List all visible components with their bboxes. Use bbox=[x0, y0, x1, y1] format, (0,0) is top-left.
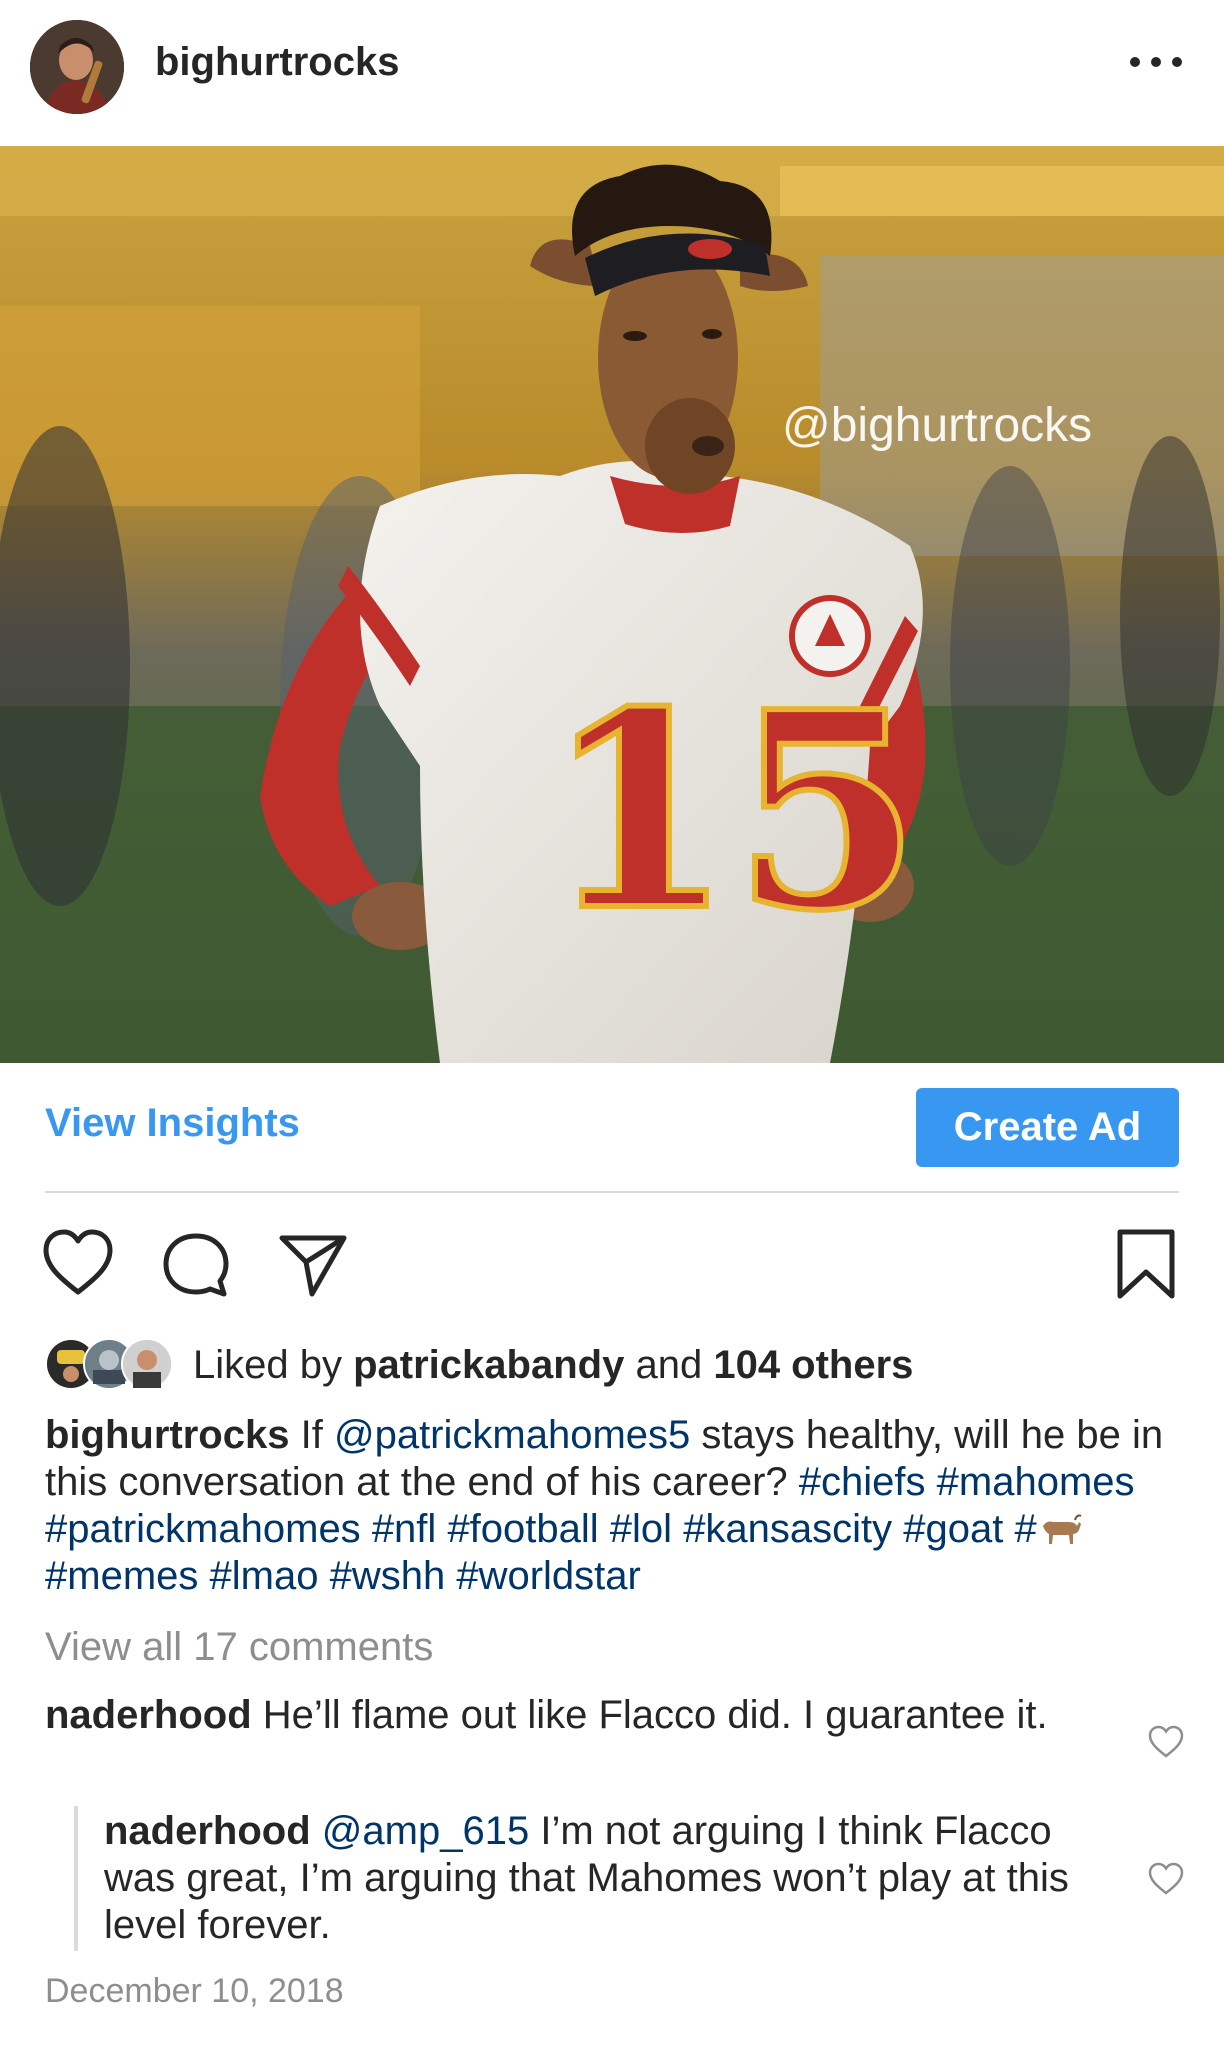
reply-thread-line bbox=[74, 1806, 78, 1951]
post-caption: bighurtrocks If @patrickmahomes5 stays h… bbox=[45, 1412, 1185, 1600]
hashtag[interactable]: #chiefs bbox=[799, 1460, 926, 1504]
bookmark-icon[interactable] bbox=[1114, 1228, 1178, 1307]
view-insights-link[interactable]: View Insights bbox=[45, 1101, 300, 1146]
hashtag[interactable]: #goat bbox=[903, 1507, 1003, 1551]
more-options-icon[interactable] bbox=[1130, 50, 1182, 74]
comment-icon[interactable] bbox=[160, 1230, 232, 1307]
post-image-art: 15 @bighurtrocks bbox=[0, 146, 1224, 1063]
profile-avatar[interactable] bbox=[30, 20, 124, 114]
hashtag[interactable]: #nfl bbox=[372, 1507, 437, 1551]
create-ad-button[interactable]: Create Ad bbox=[916, 1088, 1179, 1167]
avatar bbox=[121, 1338, 173, 1390]
goat-tag-prefix: # bbox=[1014, 1507, 1037, 1551]
post-username[interactable]: bighurtrocks bbox=[155, 40, 399, 85]
liked-by-user[interactable]: patrickabandy bbox=[353, 1343, 624, 1387]
goat-emoji-hashtag[interactable]: # bbox=[1015, 1507, 1083, 1551]
post-date: December 10, 2018 bbox=[45, 1972, 344, 2010]
comment-username[interactable]: naderhood bbox=[45, 1693, 252, 1737]
hashtag[interactable]: #worldstar bbox=[456, 1554, 641, 1598]
liked-by-text: Liked by patrickabandy and 104 others bbox=[193, 1343, 913, 1388]
caption-username[interactable]: bighurtrocks bbox=[45, 1413, 289, 1457]
hashtag[interactable]: #kansascity bbox=[683, 1507, 892, 1551]
goat-emoji bbox=[1042, 1514, 1082, 1544]
post-image[interactable]: 15 @bighurtrocks bbox=[0, 146, 1224, 1063]
liked-by-and: and bbox=[635, 1343, 703, 1387]
hashtag[interactable]: #lol bbox=[610, 1507, 672, 1551]
comment-username[interactable]: naderhood bbox=[104, 1809, 311, 1853]
divider bbox=[45, 1191, 1179, 1193]
view-all-comments-link[interactable]: View all 17 comments bbox=[45, 1625, 433, 1670]
caption-text-before: If bbox=[300, 1413, 323, 1457]
hashtag[interactable]: #patrickmahomes bbox=[45, 1507, 361, 1551]
small-heart-icon[interactable] bbox=[1147, 1725, 1185, 1764]
comment-item: naderhood He’ll flame out like Flacco di… bbox=[45, 1692, 1085, 1739]
liked-by-prefix: Liked by bbox=[193, 1343, 342, 1387]
photo-watermark: @bighurtrocks bbox=[782, 399, 1092, 452]
hashtag[interactable]: #football bbox=[447, 1507, 598, 1551]
share-icon[interactable] bbox=[276, 1228, 350, 1305]
small-heart-icon[interactable] bbox=[1147, 1862, 1185, 1901]
liked-by-avatars[interactable] bbox=[45, 1338, 175, 1390]
hashtag[interactable]: #lmao bbox=[210, 1554, 319, 1598]
heart-icon[interactable] bbox=[40, 1228, 116, 1303]
hashtag[interactable]: #memes bbox=[45, 1554, 198, 1598]
hashtag[interactable]: #wshh bbox=[330, 1554, 446, 1598]
caption-mention[interactable]: @patrickmahomes5 bbox=[334, 1413, 690, 1457]
liked-by-others[interactable]: 104 others bbox=[713, 1343, 913, 1387]
comment-text: He’ll flame out like Flacco did. I guara… bbox=[262, 1693, 1048, 1737]
comment-mention[interactable]: @amp_615 bbox=[322, 1809, 529, 1853]
comment-reply: naderhood @amp_615 I’m not arguing I thi… bbox=[104, 1808, 1124, 1949]
hashtag[interactable]: #mahomes bbox=[937, 1460, 1135, 1504]
jersey-number: 15 bbox=[545, 652, 921, 970]
